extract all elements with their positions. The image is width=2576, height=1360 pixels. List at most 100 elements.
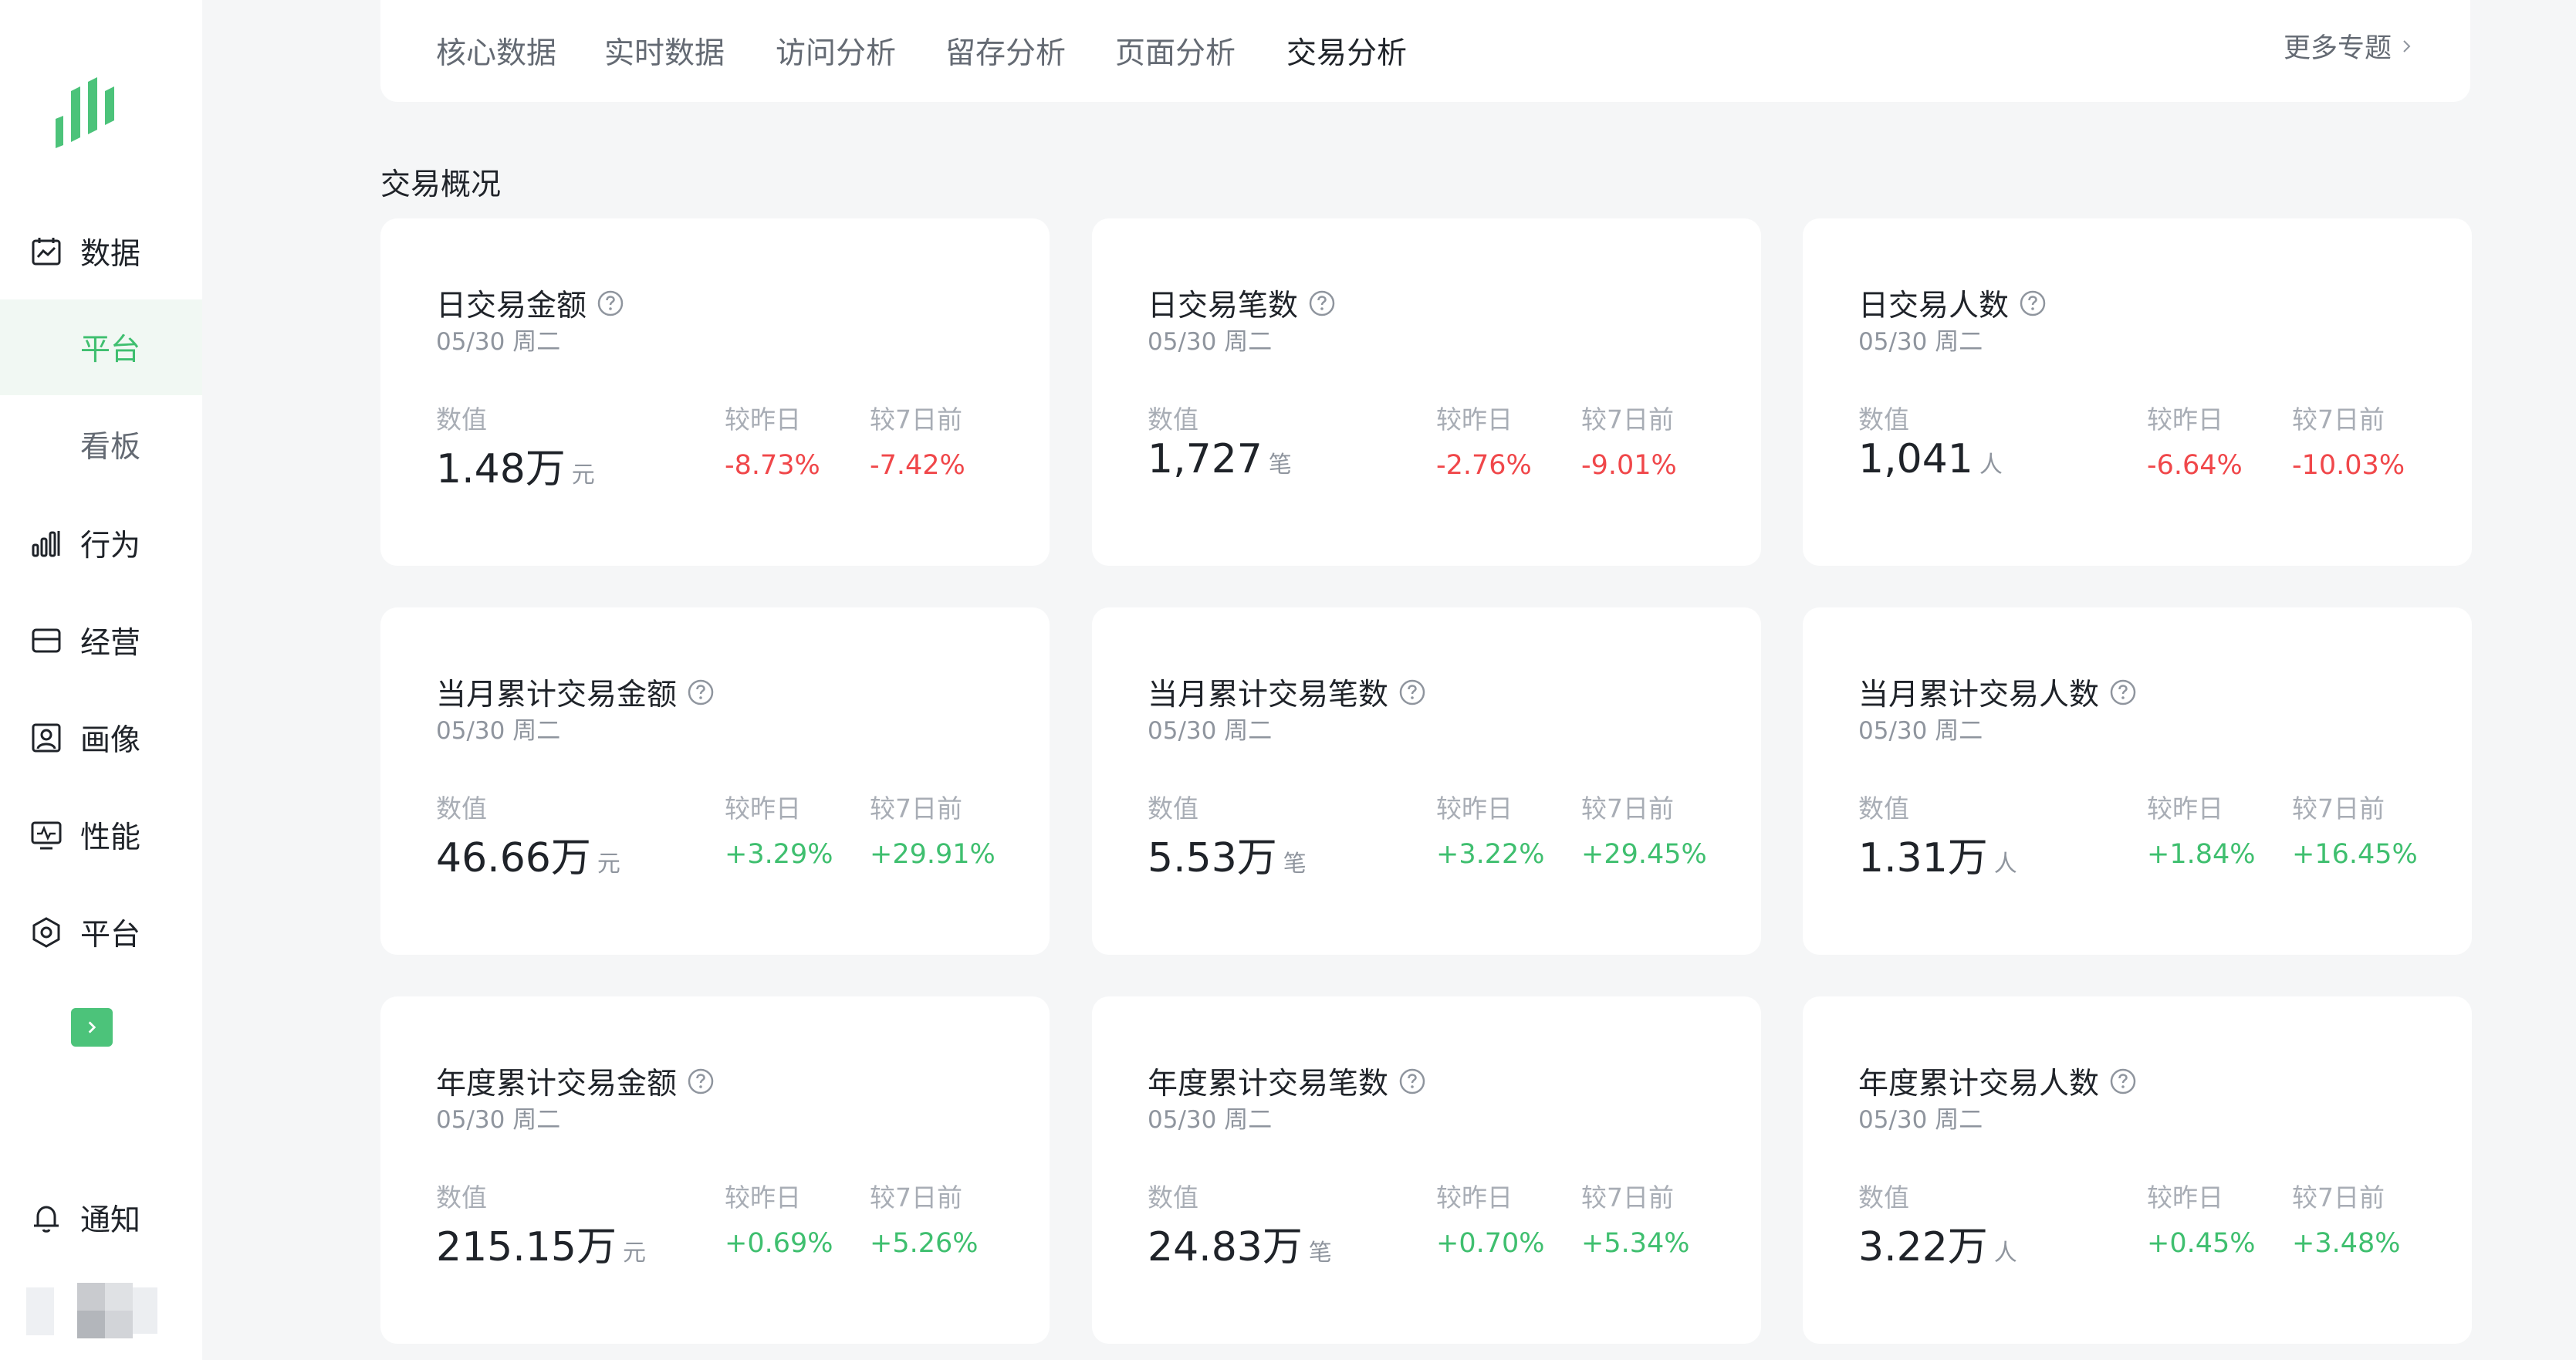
metric-title: 日交易笔数 <box>1148 282 1337 325</box>
sidebar-item-platform-label: 平台 <box>80 333 141 367</box>
help-icon[interactable] <box>686 678 715 707</box>
week-over-week-change: +5.34% <box>1581 1228 1690 1259</box>
tab-retention-analysis[interactable]: 留存分析 <box>945 29 1066 73</box>
metric-title: 当月累计交易人数 <box>1858 671 2138 714</box>
day-over-day-label: 较昨日 <box>725 793 801 824</box>
metric-value-number: 5.53万 <box>1148 835 1277 881</box>
help-icon[interactable] <box>1398 1067 1427 1096</box>
metric-value-number: 1,041 <box>1858 436 1973 482</box>
day-over-day-change: -6.64% <box>2147 450 2243 481</box>
avatar[interactable] <box>26 1283 157 1338</box>
nav-performance[interactable]: 性能 <box>0 787 202 883</box>
metric-title-text: 日交易金额 <box>436 289 587 323</box>
nav-data[interactable]: 数据 <box>0 204 202 299</box>
metric-title-text: 年度累计交易笔数 <box>1148 1067 1389 1101</box>
value-label: 数值 <box>436 1182 487 1213</box>
tab-transaction-analysis[interactable]: 交易分析 <box>1286 29 1407 73</box>
metric-value-number: 46.66万 <box>436 835 591 881</box>
store-icon <box>28 622 65 659</box>
day-over-day-change: +0.69% <box>725 1228 833 1259</box>
metric-unit: 元 <box>571 462 595 489</box>
metric-title: 年度累计交易金额 <box>436 1060 715 1103</box>
metric-value: 46.66万元 <box>436 825 620 883</box>
tab-visit-analysis[interactable]: 访问分析 <box>776 29 896 73</box>
metric-title-text: 年度累计交易人数 <box>1858 1067 2100 1101</box>
help-icon[interactable] <box>2108 1067 2138 1096</box>
calendar-chart-icon <box>28 233 65 270</box>
analysis-tab-bar: 核心数据 实时数据 访问分析 留存分析 页面分析 交易分析 更多专题 <box>380 0 2470 102</box>
chevron-right-icon <box>88 1021 96 1034</box>
metric-date: 05/30 周二 <box>1148 717 1273 745</box>
more-topics-link[interactable]: 更多专题 <box>2284 26 2415 66</box>
portrait-icon <box>28 719 65 756</box>
app-logo[interactable] <box>52 74 122 151</box>
week-over-week-change: +29.45% <box>1581 839 1707 870</box>
metric-value-number: 1,727 <box>1148 436 1263 482</box>
week-over-week-change: -7.42% <box>870 450 965 481</box>
nav-platform-label: 平台 <box>80 918 141 952</box>
help-icon[interactable] <box>596 289 625 318</box>
week-over-week-label: 较7日前 <box>2292 404 2385 435</box>
metric-date: 05/30 周二 <box>1858 1106 1983 1134</box>
day-over-day-label: 较昨日 <box>2147 793 2223 824</box>
day-over-day-label: 较昨日 <box>2147 404 2223 435</box>
value-label: 数值 <box>436 404 487 435</box>
value-label: 数值 <box>1858 793 1909 824</box>
day-over-day-change: +0.70% <box>1436 1228 1545 1259</box>
metric-value: 1,727 笔 <box>1148 436 1292 482</box>
week-over-week-label: 较7日前 <box>870 404 962 435</box>
nav-portrait-label: 画像 <box>80 723 141 758</box>
week-over-week-label: 较7日前 <box>2292 793 2385 824</box>
section-title: 交易概况 <box>380 167 502 202</box>
day-over-day-change: +0.45% <box>2147 1228 2256 1259</box>
metric-date: 05/30 周二 <box>1858 717 1983 745</box>
metric-date: 05/30 周二 <box>1148 328 1273 356</box>
metric-unit: 人 <box>1993 1240 2017 1267</box>
nav-portrait[interactable]: 画像 <box>0 690 202 786</box>
help-icon[interactable] <box>2108 678 2138 707</box>
nav-behavior[interactable]: 行为 <box>0 496 202 591</box>
more-topics-label: 更多专题 <box>2283 33 2392 64</box>
metric-title: 日交易金额 <box>436 282 625 325</box>
day-over-day-change: -2.76% <box>1436 450 1532 481</box>
week-over-week-change: -10.03% <box>2292 450 2405 481</box>
metric-title: 年度累计交易笔数 <box>1148 1060 1427 1103</box>
metric-unit: 元 <box>622 1240 646 1267</box>
nav-operation-label: 经营 <box>80 626 141 661</box>
nav-operation[interactable]: 经营 <box>0 593 202 688</box>
nav-notifications[interactable]: 通知 <box>0 1170 202 1266</box>
metric-value: 215.15万元 <box>436 1214 646 1272</box>
metric-value: 5.53万笔 <box>1148 825 1307 883</box>
tab-page-analysis[interactable]: 页面分析 <box>1115 29 1236 73</box>
day-over-day-change: +1.84% <box>2147 839 2256 870</box>
metric-unit: 笔 <box>1308 1240 1332 1267</box>
nav-platform[interactable]: 平台 <box>0 885 202 980</box>
metric-title: 当月累计交易笔数 <box>1148 671 1427 714</box>
metric-card: 当月累计交易笔数 05/30 周二 数值 较昨日 较7日前 5.53万笔 +3.22% +29… <box>1092 607 1761 955</box>
metric-title-text: 日交易笔数 <box>1148 289 1299 323</box>
sidebar-item-platform[interactable]: 平台 <box>0 299 202 395</box>
day-over-day-label: 较昨日 <box>1436 1182 1513 1213</box>
tab-core-data[interactable]: 核心数据 <box>436 29 556 73</box>
help-icon[interactable] <box>1398 678 1427 707</box>
metric-unit: 笔 <box>1283 851 1307 878</box>
week-over-week-label: 较7日前 <box>2292 1182 2385 1213</box>
help-icon[interactable] <box>686 1067 715 1096</box>
week-over-week-label: 较7日前 <box>870 793 962 824</box>
sidebar-item-dashboard[interactable]: 看板 <box>0 397 202 492</box>
metric-value: 1.48万元 <box>436 436 595 494</box>
expand-sidebar-button[interactable] <box>71 1008 113 1047</box>
bell-icon <box>28 1199 65 1237</box>
nav-notifications-label: 通知 <box>80 1203 141 1238</box>
nav-behavior-label: 行为 <box>80 529 141 563</box>
metric-card: 年度累计交易金额 05/30 周二 数值 较昨日 较7日前 215.15万元 +0.69% +… <box>380 996 1050 1344</box>
metric-card: 年度累计交易笔数 05/30 周二 数值 较昨日 较7日前 24.83万笔 +0.70% +5… <box>1092 996 1761 1344</box>
metric-unit: 人 <box>1993 851 2017 878</box>
tab-realtime-data[interactable]: 实时数据 <box>604 29 725 73</box>
nav-performance-label: 性能 <box>80 820 141 855</box>
metric-date: 05/30 周二 <box>1148 1106 1273 1134</box>
metric-title-text: 当月累计交易笔数 <box>1148 678 1389 712</box>
help-icon[interactable] <box>2018 289 2047 318</box>
metric-card: 日交易人数 05/30 周二 数值 较昨日 较7日前 1,041 人 -6.64% -10.03… <box>1803 218 2472 566</box>
help-icon[interactable] <box>1307 289 1337 318</box>
